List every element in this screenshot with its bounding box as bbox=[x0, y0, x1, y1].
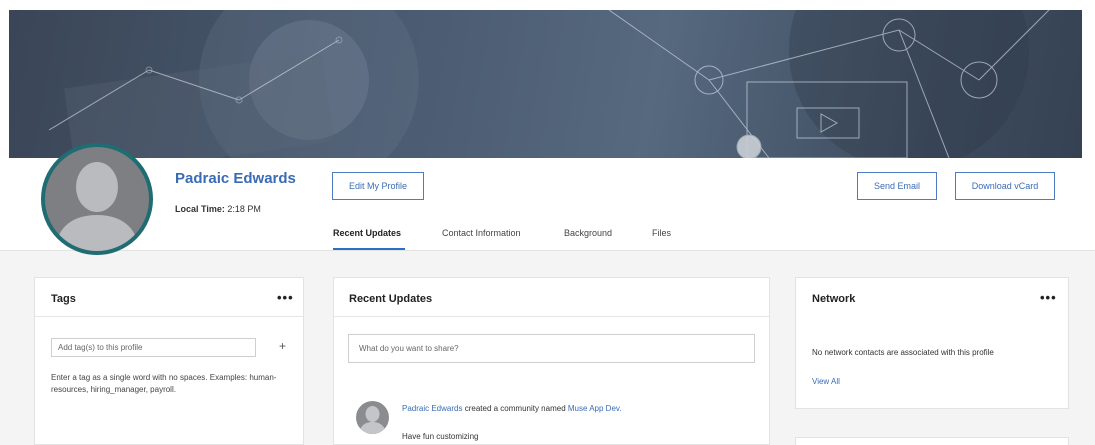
profile-page: Padraic Edwards Local Time: 2:18 PM Edit… bbox=[0, 0, 1095, 445]
tab-recent-updates[interactable]: Recent Updates bbox=[333, 228, 401, 238]
tags-divider bbox=[35, 316, 303, 317]
local-time: Local Time: 2:18 PM bbox=[175, 204, 261, 214]
download-vcard-button[interactable]: Download vCard bbox=[955, 172, 1055, 200]
share-input[interactable] bbox=[348, 334, 755, 363]
banner-area bbox=[0, 0, 1095, 158]
profile-name: Padraic Edwards bbox=[175, 170, 296, 187]
post-subtext: Have fun customizing bbox=[402, 432, 479, 441]
tags-help-text: Enter a tag as a single word with no spa… bbox=[51, 373, 277, 394]
local-time-value: 2:18 PM bbox=[227, 204, 261, 214]
network-more-icon[interactable]: ••• bbox=[1040, 290, 1057, 305]
profile-avatar[interactable] bbox=[41, 143, 153, 255]
recent-updates-card: Recent Updates Padraic Edwards created a… bbox=[333, 277, 770, 445]
tags-more-icon[interactable]: ••• bbox=[277, 290, 294, 305]
send-email-button[interactable]: Send Email bbox=[857, 172, 937, 200]
post-community-link[interactable]: Muse App Dev. bbox=[568, 404, 622, 413]
tab-background[interactable]: Background bbox=[564, 228, 612, 238]
banner-image bbox=[9, 10, 1082, 158]
person-silhouette-icon bbox=[55, 162, 139, 251]
tags-card-title: Tags bbox=[51, 293, 76, 305]
edit-profile-button[interactable]: Edit My Profile bbox=[332, 172, 424, 200]
recent-updates-title: Recent Updates bbox=[349, 293, 433, 305]
network-view-all-link[interactable]: View All bbox=[812, 377, 840, 386]
banner-graphic bbox=[48, 10, 1050, 158]
tags-card: Tags ••• + Enter a tag as a single word … bbox=[34, 277, 304, 445]
post-author-avatar[interactable] bbox=[356, 401, 389, 434]
post-action-text: created a community named bbox=[462, 404, 568, 413]
network-empty-text: No network contacts are associated with … bbox=[812, 348, 994, 357]
post-author-link[interactable]: Padraic Edwards bbox=[402, 404, 462, 413]
next-card bbox=[795, 437, 1069, 445]
post-summary: Padraic Edwards created a community name… bbox=[402, 404, 622, 413]
tags-input[interactable] bbox=[51, 338, 256, 357]
network-card: Network ••• No network contacts are asso… bbox=[795, 277, 1069, 409]
local-time-label: Local Time: bbox=[175, 204, 225, 214]
tab-files[interactable]: Files bbox=[652, 228, 671, 238]
add-tag-icon[interactable]: + bbox=[279, 339, 286, 353]
tab-contact-information[interactable]: Contact Information bbox=[442, 228, 521, 238]
network-card-title: Network bbox=[812, 293, 856, 305]
active-tab-indicator bbox=[333, 248, 405, 250]
updates-divider bbox=[334, 316, 769, 317]
person-silhouette-icon bbox=[359, 406, 386, 434]
